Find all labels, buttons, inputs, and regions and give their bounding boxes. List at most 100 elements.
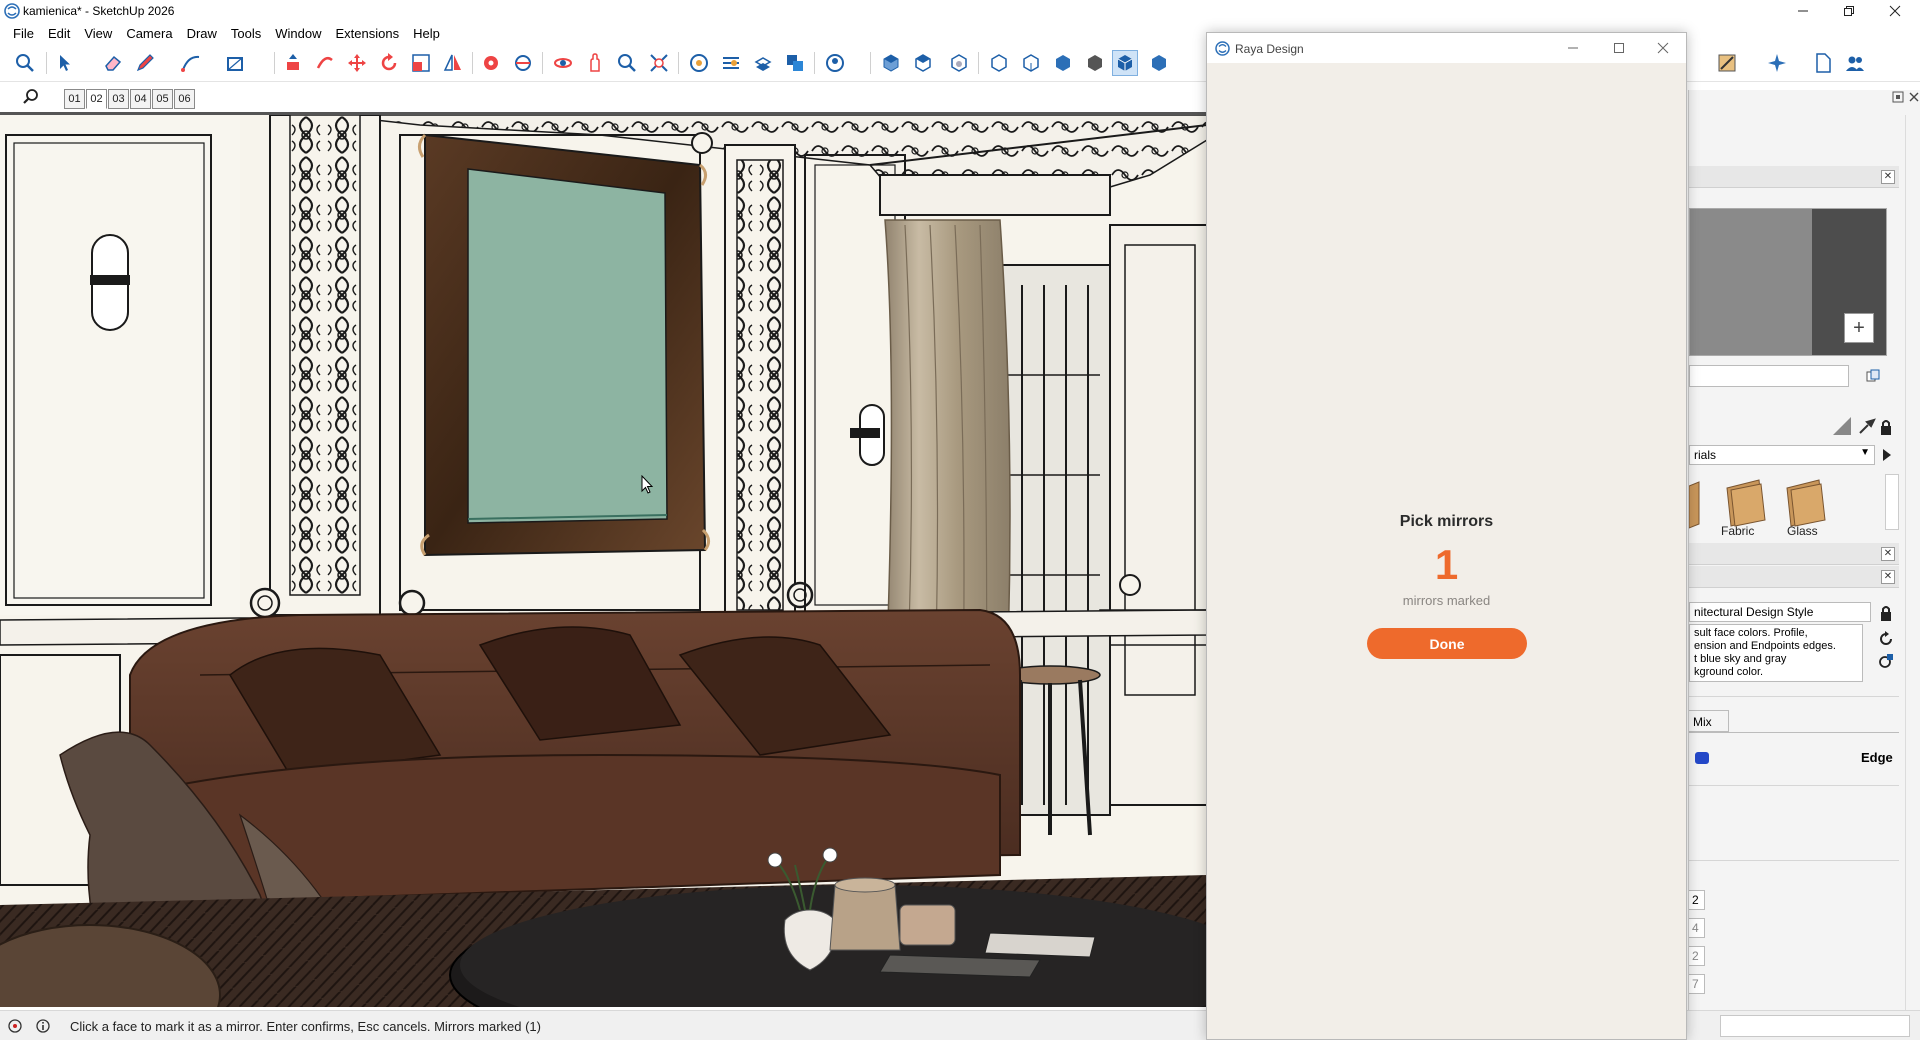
tab-mix[interactable]: Mix bbox=[1689, 710, 1729, 732]
menu-draw[interactable]: Draw bbox=[180, 22, 224, 44]
section-fill-button[interactable] bbox=[718, 50, 744, 76]
shaded-textures-button[interactable] bbox=[1112, 50, 1138, 76]
scene-tab-05[interactable]: 05 bbox=[152, 89, 173, 109]
materials-scrollbar[interactable] bbox=[1885, 474, 1899, 530]
interior-scene-render bbox=[0, 115, 1207, 1007]
search-tool-button[interactable] bbox=[12, 50, 38, 76]
lock-icon[interactable] bbox=[1879, 418, 1893, 436]
scale-tool-button[interactable] bbox=[408, 50, 434, 76]
menu-camera[interactable]: Camera bbox=[119, 22, 179, 44]
pin-icon[interactable] bbox=[1891, 90, 1905, 104]
section-cut-button[interactable] bbox=[750, 50, 776, 76]
scene-tab-04[interactable]: 04 bbox=[130, 89, 151, 109]
raya-titlebar: Raya Design bbox=[1207, 33, 1686, 63]
tape-tool-button[interactable] bbox=[478, 50, 504, 76]
minimize-button[interactable] bbox=[1780, 0, 1826, 22]
refresh-icon[interactable] bbox=[1877, 630, 1895, 648]
scene-tab-03[interactable]: 03 bbox=[108, 89, 129, 109]
scene-tab-01[interactable]: 01 bbox=[64, 89, 85, 109]
right-view-button[interactable] bbox=[986, 50, 1012, 76]
profile-button[interactable] bbox=[822, 50, 848, 76]
new-file-button[interactable] bbox=[1810, 50, 1836, 76]
scene-tab-06[interactable]: 06 bbox=[174, 89, 195, 109]
style-name-input[interactable]: nitectural Design Style bbox=[1689, 602, 1871, 622]
raya-close-button[interactable] bbox=[1641, 37, 1685, 59]
menu-window[interactable]: Window bbox=[268, 22, 328, 44]
number-input-3[interactable]: 2 bbox=[1689, 946, 1705, 966]
section-cut-icon bbox=[754, 57, 772, 71]
menu-file[interactable]: File bbox=[6, 22, 41, 44]
panel-close-button[interactable]: ✕ bbox=[1881, 170, 1895, 184]
top-view-button[interactable] bbox=[910, 50, 936, 76]
menu-extensions[interactable]: Extensions bbox=[329, 22, 407, 44]
tray-scrollbar[interactable] bbox=[1905, 115, 1919, 1010]
panel-close-button[interactable]: ✕ bbox=[1881, 570, 1895, 584]
iso-view-button[interactable] bbox=[878, 50, 904, 76]
monochrome-button[interactable] bbox=[1146, 50, 1172, 76]
raya-maximize-button[interactable] bbox=[1597, 37, 1641, 59]
info-icon[interactable] bbox=[36, 1019, 50, 1033]
move-tool-button[interactable] bbox=[344, 50, 370, 76]
search-icon[interactable] bbox=[22, 88, 40, 106]
create-material-button[interactable]: + bbox=[1844, 313, 1874, 343]
line-tool-button[interactable] bbox=[178, 50, 204, 76]
xray-view-button[interactable] bbox=[1082, 50, 1108, 76]
collaborators-button[interactable] bbox=[1842, 50, 1868, 76]
orbit-tool-button[interactable] bbox=[550, 50, 576, 76]
styles-panel-header[interactable]: ✕ bbox=[1689, 566, 1899, 588]
measurements-input[interactable] bbox=[1720, 1015, 1910, 1037]
raya-window-title: Raya Design bbox=[1235, 42, 1304, 56]
push-pull-tool-button[interactable] bbox=[280, 50, 306, 76]
close-icon bbox=[1889, 5, 1901, 17]
restore-button[interactable] bbox=[1826, 0, 1872, 22]
component-button[interactable] bbox=[782, 50, 808, 76]
close-button[interactable] bbox=[1872, 0, 1918, 22]
scene-tab-02[interactable]: 02 bbox=[86, 89, 107, 109]
eraser-tool-button[interactable] bbox=[100, 50, 126, 76]
panel-close-button[interactable]: ✕ bbox=[1881, 547, 1895, 561]
rotate-tool-button[interactable] bbox=[376, 50, 402, 76]
close-icon bbox=[1657, 42, 1669, 54]
close-tray-icon[interactable] bbox=[1907, 90, 1920, 104]
rectangle-tool-button[interactable] bbox=[222, 50, 248, 76]
raya-minimize-button[interactable] bbox=[1551, 37, 1595, 59]
extension-button[interactable] bbox=[1714, 50, 1740, 76]
front-view-button[interactable] bbox=[946, 50, 972, 76]
number-input-4[interactable]: 7 bbox=[1689, 974, 1705, 994]
pencil-tool-button[interactable] bbox=[132, 50, 158, 76]
section-plane-tool-button[interactable] bbox=[686, 50, 712, 76]
materials-library-dropdown[interactable]: rials ▼ bbox=[1689, 445, 1875, 465]
details-arrow-icon[interactable] bbox=[1879, 447, 1895, 463]
number-input-1[interactable]: 2 bbox=[1689, 890, 1705, 910]
back-view-button[interactable] bbox=[1018, 50, 1044, 76]
duplicate-icon[interactable] bbox=[1865, 368, 1881, 384]
ai-assistant-button[interactable] bbox=[1764, 50, 1790, 76]
protractor-tool-button[interactable] bbox=[510, 50, 536, 76]
number-input-2[interactable]: 4 bbox=[1689, 918, 1705, 938]
pan-tool-button[interactable] bbox=[582, 50, 608, 76]
raya-content: Pick mirrors 1 mirrors marked Done bbox=[1207, 63, 1686, 1039]
menu-view[interactable]: View bbox=[77, 22, 119, 44]
follow-me-tool-button[interactable] bbox=[312, 50, 338, 76]
select-tool-button[interactable] bbox=[52, 50, 78, 76]
menu-edit[interactable]: Edit bbox=[41, 22, 77, 44]
section-plane-icon bbox=[690, 54, 708, 72]
materials-panel-header[interactable]: ✕ bbox=[1689, 166, 1899, 188]
model-viewport[interactable] bbox=[0, 112, 1207, 1007]
collapsed-panel-header[interactable]: ✕ bbox=[1689, 543, 1899, 565]
menu-help[interactable]: Help bbox=[406, 22, 447, 44]
done-button[interactable]: Done bbox=[1367, 628, 1527, 659]
sample-face-icon[interactable] bbox=[1831, 415, 1853, 437]
eyedropper-icon[interactable] bbox=[1857, 416, 1877, 436]
menu-tools[interactable]: Tools bbox=[224, 22, 268, 44]
raya-design-dialog: Raya Design Pick mirrors 1 mirrors marke… bbox=[1206, 32, 1687, 1040]
zoom-tool-button[interactable] bbox=[614, 50, 640, 76]
create-style-icon[interactable] bbox=[1877, 652, 1895, 670]
zoom-extents-tool-button[interactable] bbox=[646, 50, 672, 76]
flip-tool-button[interactable] bbox=[440, 50, 466, 76]
material-name-input[interactable] bbox=[1689, 365, 1849, 387]
geo-location-icon[interactable] bbox=[8, 1019, 22, 1033]
left-view-button[interactable] bbox=[1050, 50, 1076, 76]
edge-color-swatch[interactable] bbox=[1695, 752, 1709, 764]
lock-icon[interactable] bbox=[1879, 604, 1893, 622]
